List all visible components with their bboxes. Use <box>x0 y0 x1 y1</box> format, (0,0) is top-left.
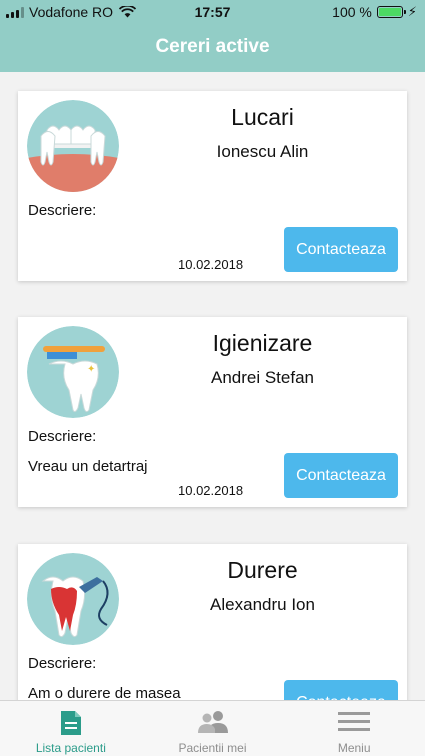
patient-name: Alexandru Ion <box>210 595 315 614</box>
battery-percent: 100 % <box>332 4 372 20</box>
svg-text:✦: ✦ <box>87 364 95 375</box>
patient-name: Andrei Stefan <box>210 368 314 387</box>
description-text: Vreau un detartraj <box>28 458 148 475</box>
document-icon <box>60 711 81 735</box>
description-text: Am o durere de masea <box>28 685 181 700</box>
request-card[interactable]: Durere Alexandru Ion Descriere: Am o dur… <box>18 544 407 700</box>
description-label: Descriere: <box>28 428 97 445</box>
toothbrush-tooth-icon: ✦ <box>27 326 119 418</box>
contact-button[interactable]: Contacteaza <box>284 453 398 498</box>
tab-meniu[interactable]: Meniu <box>283 701 425 756</box>
contact-button[interactable]: Contacteaza <box>284 680 398 700</box>
request-date: 10.02.2018 <box>178 257 244 272</box>
request-list[interactable]: Lucari Ionescu Alin Descriere: 10.02.201… <box>0 72 425 700</box>
charging-icon: ⚡ <box>407 4 417 19</box>
people-icon <box>197 711 228 733</box>
contact-button[interactable]: Contacteaza <box>284 227 398 272</box>
request-card[interactable]: Lucari Ionescu Alin Descriere: 10.02.201… <box>18 91 407 281</box>
app-header: Vodafone RO 17:57 100 % ⚡ Cereri active <box>0 0 425 72</box>
description-label: Descriere: <box>28 202 97 219</box>
tab-lista-pacienti[interactable]: Lista pacienti <box>0 701 142 756</box>
request-type: Lucari <box>231 104 294 130</box>
tab-pacientii-mei[interactable]: Pacientii mei <box>142 701 284 756</box>
menu-icon <box>338 712 371 731</box>
request-type: Durere <box>227 557 298 583</box>
request-type: Igienizare <box>212 330 313 356</box>
dental-drill-icon <box>27 553 119 645</box>
status-bar: Vodafone RO 17:57 100 % ⚡ <box>0 0 425 24</box>
status-right: 100 % ⚡ <box>332 4 417 20</box>
request-date: 10.02.2018 <box>178 483 244 498</box>
tab-bar: Lista pacienti Pacientii mei Meniu <box>0 700 425 756</box>
tab-label: Meniu <box>337 741 371 755</box>
page-title: Cereri active <box>155 36 270 57</box>
patient-name: Ionescu Alin <box>216 142 309 161</box>
dental-bridge-icon <box>27 100 119 192</box>
tab-label: Pacientii mei <box>178 741 247 755</box>
request-card[interactable]: ✦ Igienizare Andrei Stefan Descriere: Vr… <box>18 317 407 507</box>
description-label: Descriere: <box>28 655 97 672</box>
tab-label: Lista pacienti <box>35 741 106 755</box>
battery-icon <box>376 6 406 18</box>
